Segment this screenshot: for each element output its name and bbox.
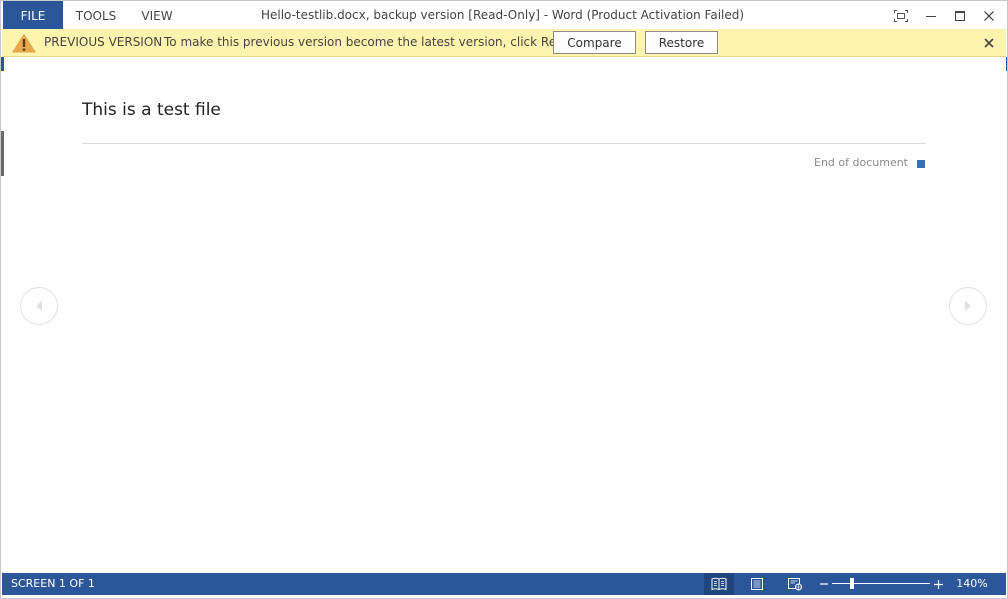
minimize-button[interactable] [917, 1, 945, 30]
print-layout-button[interactable] [742, 573, 772, 595]
minimize-icon [926, 15, 936, 17]
web-layout-icon [788, 578, 802, 591]
maximize-button[interactable] [946, 1, 974, 30]
zoom-slider-track[interactable] [832, 583, 930, 584]
web-layout-button[interactable] [780, 573, 810, 595]
previous-version-message-bar: PREVIOUS VERSION To make this previous v… [2, 29, 1006, 57]
close-window-button[interactable] [975, 1, 1003, 30]
end-of-document-marker [917, 160, 925, 168]
message-text: To make this previous version become the… [164, 35, 591, 49]
message-title: PREVIOUS VERSION [44, 35, 163, 49]
status-bar: SCREEN 1 OF 1 140% [2, 573, 1006, 595]
document-heading: This is a test file [82, 100, 221, 120]
next-screen-button[interactable] [949, 287, 987, 325]
read-mode-icon [711, 577, 727, 591]
restore-button[interactable]: Restore [645, 31, 718, 54]
minus-icon [820, 583, 828, 585]
menu-tools[interactable]: TOOLS [65, 1, 127, 30]
previous-screen-button[interactable] [20, 287, 58, 325]
menu-file[interactable]: FILE [3, 1, 63, 30]
document-area[interactable]: This is a test file End of document [4, 57, 1006, 572]
end-of-document-label: End of document [814, 156, 908, 169]
zoom-in-button[interactable] [931, 573, 945, 595]
message-close-button[interactable] [978, 29, 1000, 56]
screen-count: SCREEN 1 OF 1 [11, 577, 95, 590]
document-divider [82, 143, 926, 144]
zoom-out-button[interactable] [817, 573, 831, 595]
word-window: FILE TOOLS VIEW Hello-testlib.docx, back… [0, 0, 1008, 599]
zoom-level[interactable]: 140% [950, 573, 994, 595]
compare-button[interactable]: Compare [553, 31, 636, 54]
fullscreen-icon [894, 9, 908, 22]
title-bar: FILE TOOLS VIEW Hello-testlib.docx, back… [1, 1, 1007, 30]
fullscreen-button[interactable] [887, 1, 915, 30]
warning-icon [12, 33, 36, 53]
print-layout-icon [751, 578, 763, 590]
close-icon [984, 37, 994, 48]
plus-icon [933, 579, 943, 589]
next-screen-icon [965, 301, 971, 311]
menu-view[interactable]: VIEW [129, 1, 185, 30]
maximize-icon [955, 10, 965, 21]
zoom-slider-thumb[interactable] [849, 578, 854, 589]
close-icon [984, 10, 994, 21]
previous-screen-icon [36, 301, 42, 311]
read-mode-button[interactable] [704, 573, 734, 595]
window-title: Hello-testlib.docx, backup version [Read… [260, 8, 745, 22]
